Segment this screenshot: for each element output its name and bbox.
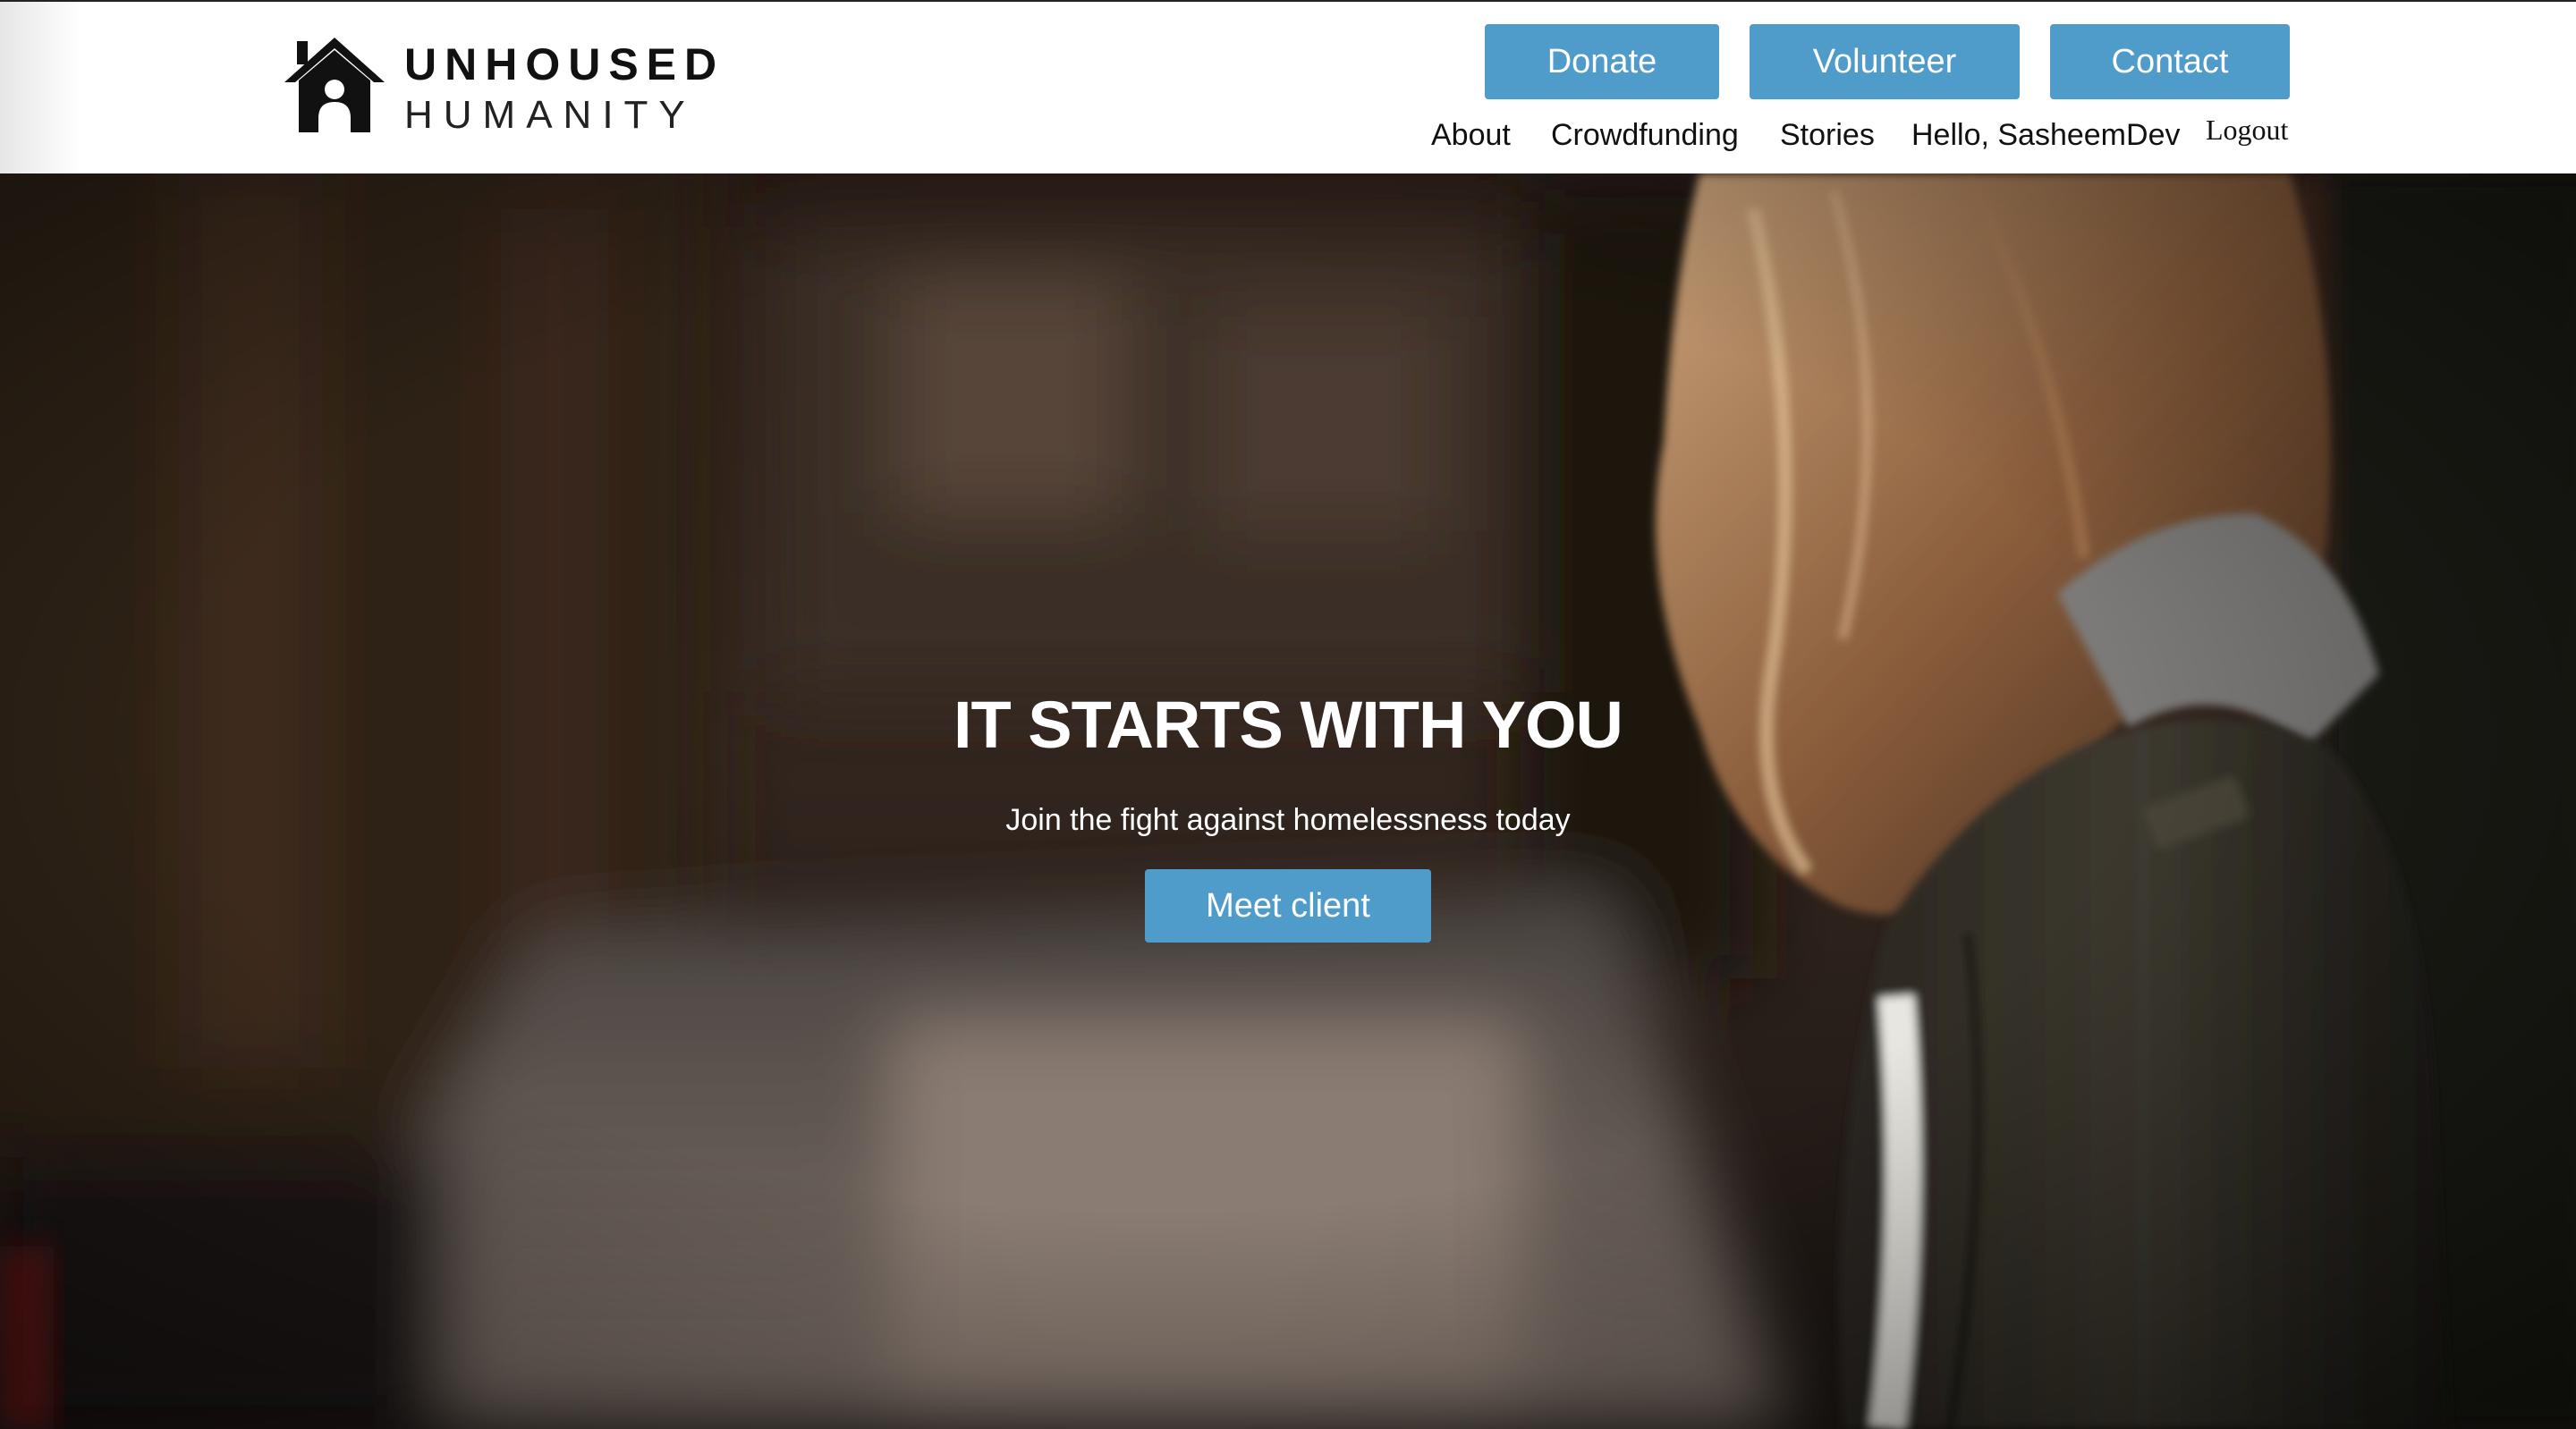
site-logo[interactable]: UNHOUSED HUMANITY (284, 36, 716, 141)
nav-link-stories[interactable]: Stories (1780, 113, 1875, 157)
logo-text-line2: HUMANITY (404, 93, 696, 137)
site-header: UNHOUSED HUMANITY Donate Volunteer Conta… (0, 0, 2576, 173)
user-greeting: Hello, SasheemDev (1911, 118, 2181, 152)
logo-text-line1: UNHOUSED (404, 39, 725, 89)
hero-subtitle: Join the fight against homelessness toda… (1005, 803, 1571, 837)
donate-button[interactable]: Donate (1485, 24, 1719, 99)
nav-link-about[interactable]: About (1431, 113, 1511, 157)
header-edge-shade (0, 2, 80, 173)
hero-section: IT STARTS WITH YOU Join the fight agains… (0, 173, 2576, 1429)
volunteer-button[interactable]: Volunteer (1750, 24, 2020, 99)
logout-link[interactable]: Logout (2206, 107, 2288, 152)
meet-client-button[interactable]: Meet client (1145, 869, 1431, 943)
house-person-icon (284, 38, 385, 132)
hero-title: IT STARTS WITH YOU (953, 688, 1623, 762)
page: UNHOUSED HUMANITY Donate Volunteer Conta… (0, 0, 2576, 1429)
nav-link-crowdfunding[interactable]: Crowdfunding (1551, 113, 1739, 157)
contact-button[interactable]: Contact (2050, 24, 2290, 99)
